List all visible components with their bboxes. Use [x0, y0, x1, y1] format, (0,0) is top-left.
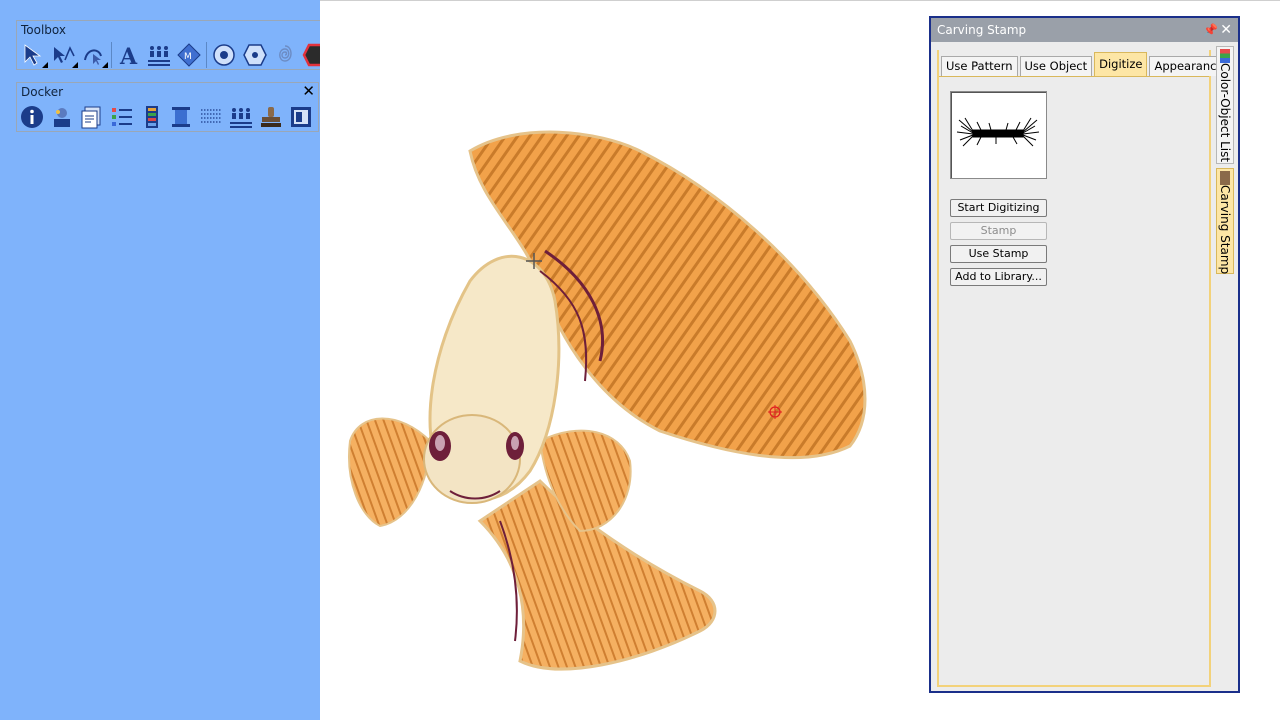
hexagon-icon[interactable]: [239, 41, 269, 69]
info-icon[interactable]: [17, 103, 47, 131]
side-tab-color-object-list[interactable]: Color-Object List: [1216, 46, 1234, 164]
add-to-library-button[interactable]: Add to Library...: [950, 268, 1047, 286]
tab-use-object[interactable]: Use Object: [1019, 56, 1093, 76]
stamp-preview: [950, 91, 1047, 179]
tab-digitize[interactable]: Digitize: [1094, 52, 1148, 76]
team-names-icon[interactable]: [144, 41, 174, 69]
design-library-icon[interactable]: [47, 103, 77, 131]
docker-close-icon[interactable]: ✕: [302, 83, 315, 100]
tab-use-pattern[interactable]: Use Pattern: [941, 56, 1018, 76]
select-object-icon[interactable]: [19, 41, 49, 69]
monogramming-icon[interactable]: M: [174, 41, 204, 69]
carving-stamp-docker: Carving Stamp 📌 ✕ Use Pattern Use Object…: [929, 16, 1240, 693]
carving-stamp-content: Use Pattern Use Object Digitize Appearan…: [937, 50, 1229, 687]
use-stamp-button[interactable]: Use Stamp: [950, 245, 1047, 263]
docker-title: Docker: [21, 85, 64, 99]
docker-title-bar[interactable]: Docker ✕: [17, 83, 318, 101]
side-docker-tabs: Color-Object List Carving Stamp: [1214, 44, 1236, 284]
color-object-list-icon[interactable]: [107, 103, 137, 131]
stitch-grid-icon[interactable]: [196, 103, 226, 131]
color-object-list-icon: [1220, 49, 1230, 63]
start-digitizing-button[interactable]: Start Digitizing: [950, 199, 1047, 217]
svg-text:A: A: [119, 44, 138, 68]
toolbar-separator: [206, 42, 208, 68]
object-properties-icon[interactable]: [77, 103, 107, 131]
carving-stamp-icon[interactable]: [256, 103, 286, 131]
stamp-preview-image: [956, 117, 1040, 147]
carving-stamp-title-bar[interactable]: Carving Stamp 📌 ✕: [931, 18, 1238, 42]
hoop-icon[interactable]: [286, 103, 316, 131]
polyline-select-icon[interactable]: [49, 41, 79, 69]
color-film-icon[interactable]: [137, 103, 167, 131]
reshape-icon[interactable]: [79, 41, 109, 69]
carving-stamp-tabs: Use Pattern Use Object Digitize Appearan…: [939, 50, 1229, 76]
spiral-icon[interactable]: [270, 41, 300, 69]
docker-panel: Docker ✕: [16, 82, 319, 132]
pin-icon[interactable]: 📌: [1203, 18, 1218, 42]
thread-spool-icon[interactable]: [167, 103, 197, 131]
svg-text:M: M: [184, 52, 192, 62]
carving-stamp-icon: [1220, 171, 1230, 185]
side-tab-label: Carving Stamp: [1218, 185, 1232, 275]
lettering-icon[interactable]: A: [114, 41, 144, 69]
docker-close-icon[interactable]: ✕: [1220, 18, 1232, 42]
carving-stamp-title: Carving Stamp: [937, 23, 1027, 37]
stamp-button[interactable]: Stamp: [950, 222, 1047, 240]
side-tab-label: Color-Object List: [1218, 63, 1232, 163]
toolbox-title: Toolbox: [21, 23, 66, 37]
circle-icon[interactable]: [209, 41, 239, 69]
side-tab-carving-stamp[interactable]: Carving Stamp: [1216, 168, 1234, 274]
toolbar-separator: [111, 42, 113, 68]
sequence-icon[interactable]: [226, 103, 256, 131]
digitize-tab-body: Start Digitizing Stamp Use Stamp Add to …: [939, 76, 1209, 685]
